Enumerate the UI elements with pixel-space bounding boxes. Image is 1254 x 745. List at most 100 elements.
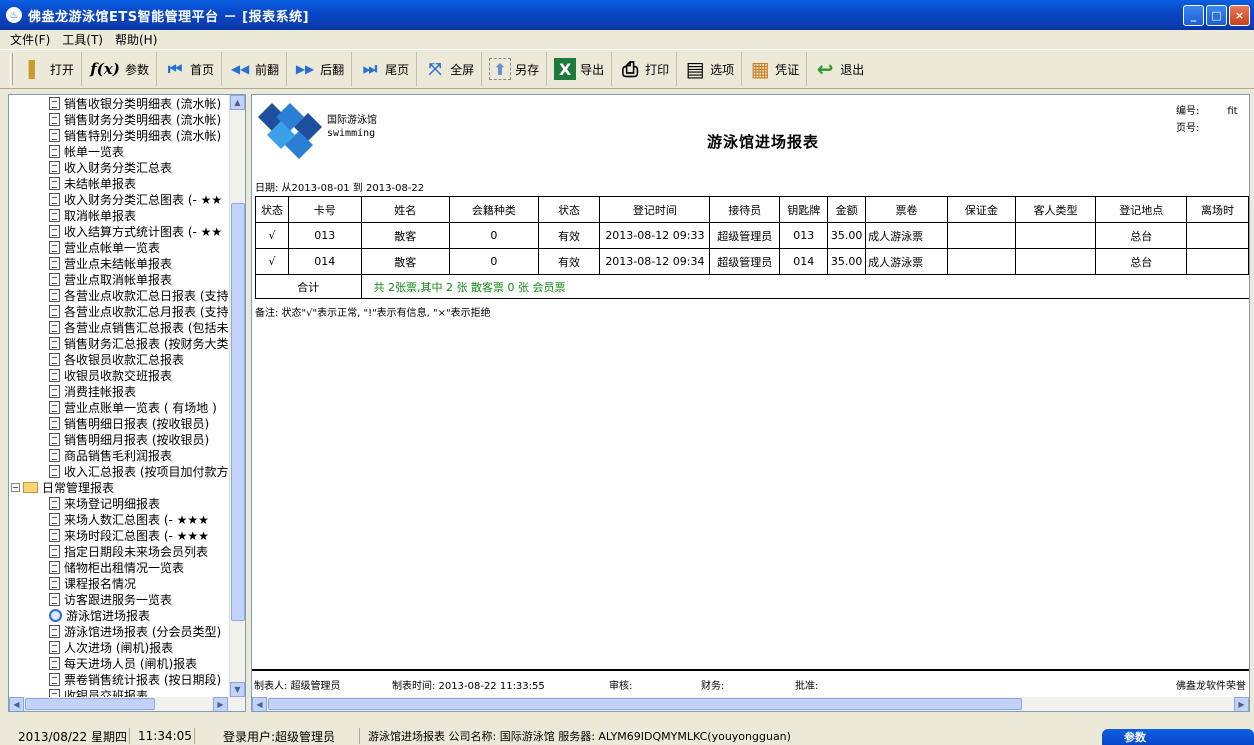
tree-item[interactable]: 访客跟进服务一览表 <box>9 591 229 607</box>
number-value: fit <box>1227 106 1238 117</box>
voucher-button[interactable]: ▦ 凭证 <box>742 52 808 86</box>
tree-item[interactable]: 游泳馆进场报表 <box>9 606 229 624</box>
document-icon <box>49 448 60 462</box>
tree-item[interactable]: 销售明细日报表 (按收银员) <box>9 415 229 431</box>
tree-item[interactable]: 销售财务汇总报表 (按财务大类 <box>9 335 229 351</box>
tree-item-label: 收入结算方式统计图表 (- ★★ <box>64 224 223 239</box>
tree-scroll-thumb[interactable] <box>231 203 245 621</box>
scroll-left-icon[interactable]: ◀ <box>9 697 24 711</box>
tree-item-label: 访客跟进服务一览表 <box>64 592 173 607</box>
tree-item[interactable]: 销售特别分类明细表 (流水帐) <box>9 127 229 143</box>
tree-item[interactable]: 来场人数汇总图表 (- ★★★ <box>9 511 229 527</box>
tree-item[interactable]: 课程报名情况 <box>9 575 229 591</box>
org-name-en: swimming <box>327 128 376 139</box>
tree-item[interactable]: 营业点未结帐单报表 <box>9 255 229 271</box>
report-hscroll-thumb[interactable] <box>268 698 1022 710</box>
tree-item-label: 各营业点收款汇总月报表 (支持 <box>64 304 229 319</box>
menu-help[interactable]: 帮助(H) <box>109 31 163 48</box>
expand-collapse-icon[interactable]: − <box>11 482 20 492</box>
tree-item[interactable]: 营业点取消帐单报表 <box>9 271 229 287</box>
tree-folder[interactable]: − 日常管理报表 <box>9 479 229 495</box>
tree-item[interactable]: 未结帐单报表 <box>9 175 229 191</box>
tree-item[interactable]: 各收银员收款汇总报表 <box>9 351 229 367</box>
toolbar-grip[interactable] <box>10 53 13 85</box>
params-panel-tab[interactable]: 参数 <box>1102 729 1254 745</box>
report-horizontal-scrollbar[interactable]: ◀ ▶ <box>252 697 1249 711</box>
table-cell: 成人游泳票 <box>865 222 948 249</box>
prev-page-button[interactable]: ◀◀ 前翻 <box>222 52 288 86</box>
tree-hscroll-thumb[interactable] <box>25 698 155 710</box>
table-cell: 散客 <box>360 248 451 275</box>
save-as-icon: ⬆ <box>489 58 512 80</box>
tree-item[interactable]: 各营业点收款汇总月报表 (支持 <box>9 303 229 319</box>
scroll-up-icon[interactable]: ▲ <box>230 95 245 110</box>
column-header: 钥匙牌 <box>779 196 829 223</box>
menu-tools[interactable]: 工具(T) <box>56 31 109 48</box>
menu-file[interactable]: 文件(F) <box>4 31 56 48</box>
tree-item[interactable]: 储物柜出租情况一览表 <box>9 559 229 575</box>
fullscreen-button[interactable]: ⤧ 全屏 <box>417 52 483 86</box>
print-button[interactable]: ⎙ 打印 <box>612 52 678 86</box>
first-page-icon: ⏮ <box>167 59 183 78</box>
params-button[interactable]: f(x) 参数 <box>82 52 158 86</box>
tree-item-label: 各营业点销售汇总报表 (包括未 <box>64 320 229 335</box>
close-button[interactable]: × <box>1229 5 1250 26</box>
tree-item[interactable]: 帐单一览表 <box>9 143 229 159</box>
tree-item[interactable]: 各营业点收款汇总日报表 (支持 <box>9 287 229 303</box>
exit-button[interactable]: ↩ 退出 <box>807 52 871 86</box>
column-header: 保证金 <box>946 196 1016 223</box>
scroll-down-icon[interactable]: ▼ <box>230 682 245 697</box>
last-page-button[interactable]: ⏭ 尾页 <box>352 52 418 86</box>
tree-item[interactable]: 来场登记明细报表 <box>9 495 229 511</box>
tree-vertical-scrollbar[interactable]: ▲ ▼ <box>229 95 245 697</box>
table-row[interactable]: √ 013 散客 0 有效 2013-08-12 09:33 超级管理员 013 35.00 成人… <box>255 222 1249 249</box>
tree-item[interactable]: 营业点帐单一览表 <box>9 239 229 255</box>
minimize-button[interactable]: _ <box>1183 5 1204 26</box>
save-as-button[interactable]: ⬆ 另存 <box>482 52 548 86</box>
document-icon <box>49 656 60 670</box>
tree-item[interactable]: 取消帐单报表 <box>9 207 229 223</box>
scroll-left-icon[interactable]: ◀ <box>252 697 267 711</box>
document-icon <box>49 288 60 302</box>
tree-item[interactable]: 销售明细月报表 (按收银员) <box>9 431 229 447</box>
tree-item[interactable]: 收入财务分类汇总表 <box>9 159 229 175</box>
document-icon <box>49 320 60 334</box>
document-icon <box>49 496 60 510</box>
next-page-button[interactable]: ▶▶ 后翻 <box>287 52 353 86</box>
first-page-button[interactable]: ⏮ 首页 <box>157 52 223 86</box>
tree-item[interactable]: 游泳馆进场报表 (分会员类型) <box>9 623 229 639</box>
export-button[interactable]: X 导出 <box>547 52 613 86</box>
tree-item[interactable]: 销售财务分类明细表 (流水帐) <box>9 111 229 127</box>
tree-item[interactable]: 收银员收款交班报表 <box>9 367 229 383</box>
footer-maker: 制表人: 超级管理员 <box>254 681 341 692</box>
maximize-button[interactable]: □ <box>1206 5 1227 26</box>
options-button[interactable]: ▤ 选项 <box>677 52 743 86</box>
column-header: 客人类型 <box>1014 196 1097 223</box>
tree-item[interactable]: 票卷销售统计报表 (按日期段) <box>9 671 229 687</box>
document-icon <box>49 112 60 126</box>
tree-item[interactable]: 指定日期段未来场会员列表 <box>9 543 229 559</box>
open-button[interactable]: ▌ 打开 <box>17 52 83 86</box>
voucher-label: 凭证 <box>775 62 800 77</box>
document-icon <box>49 592 60 606</box>
table-row[interactable]: √ 014 散客 0 有效 2013-08-12 09:34 超级管理员 014 35.00 成人… <box>255 248 1249 275</box>
tree-item[interactable]: 收入结算方式统计图表 (- ★★ <box>9 223 229 239</box>
tree-item-label: 销售财务分类明细表 (流水帐) <box>64 112 222 127</box>
first-page-label: 首页 <box>190 62 215 77</box>
document-icon <box>49 624 60 638</box>
scroll-right-icon[interactable]: ▶ <box>213 697 228 711</box>
column-header: 票卷 <box>865 196 948 223</box>
tree-item[interactable]: 销售收银分类明细表 (流水帐) <box>9 95 229 111</box>
tree-item[interactable]: 来场时段汇总图表 (- ★★★ <box>9 527 229 543</box>
tree-item[interactable]: 收入汇总报表 (按项目加付款方 <box>9 463 229 479</box>
tree-horizontal-scrollbar[interactable]: ◀ ▶ <box>9 697 245 711</box>
tree-item[interactable]: 每天进场人员 (闸机)报表 <box>9 655 229 671</box>
tree-item[interactable]: 收入财务分类汇总图表 (- ★★ <box>9 191 229 207</box>
tree-item[interactable]: 各营业点销售汇总报表 (包括未 <box>9 319 229 335</box>
options-icon: ▤ <box>685 57 705 81</box>
tree-item[interactable]: 营业点账单一览表 ( 有场地 ) <box>9 399 229 415</box>
tree-item[interactable]: 商品销售毛利润报表 <box>9 447 229 463</box>
scroll-right-icon[interactable]: ▶ <box>1234 697 1249 711</box>
tree-item[interactable]: 人次进场 (闸机)报表 <box>9 639 229 655</box>
tree-item[interactable]: 消费挂帐报表 <box>9 383 229 399</box>
